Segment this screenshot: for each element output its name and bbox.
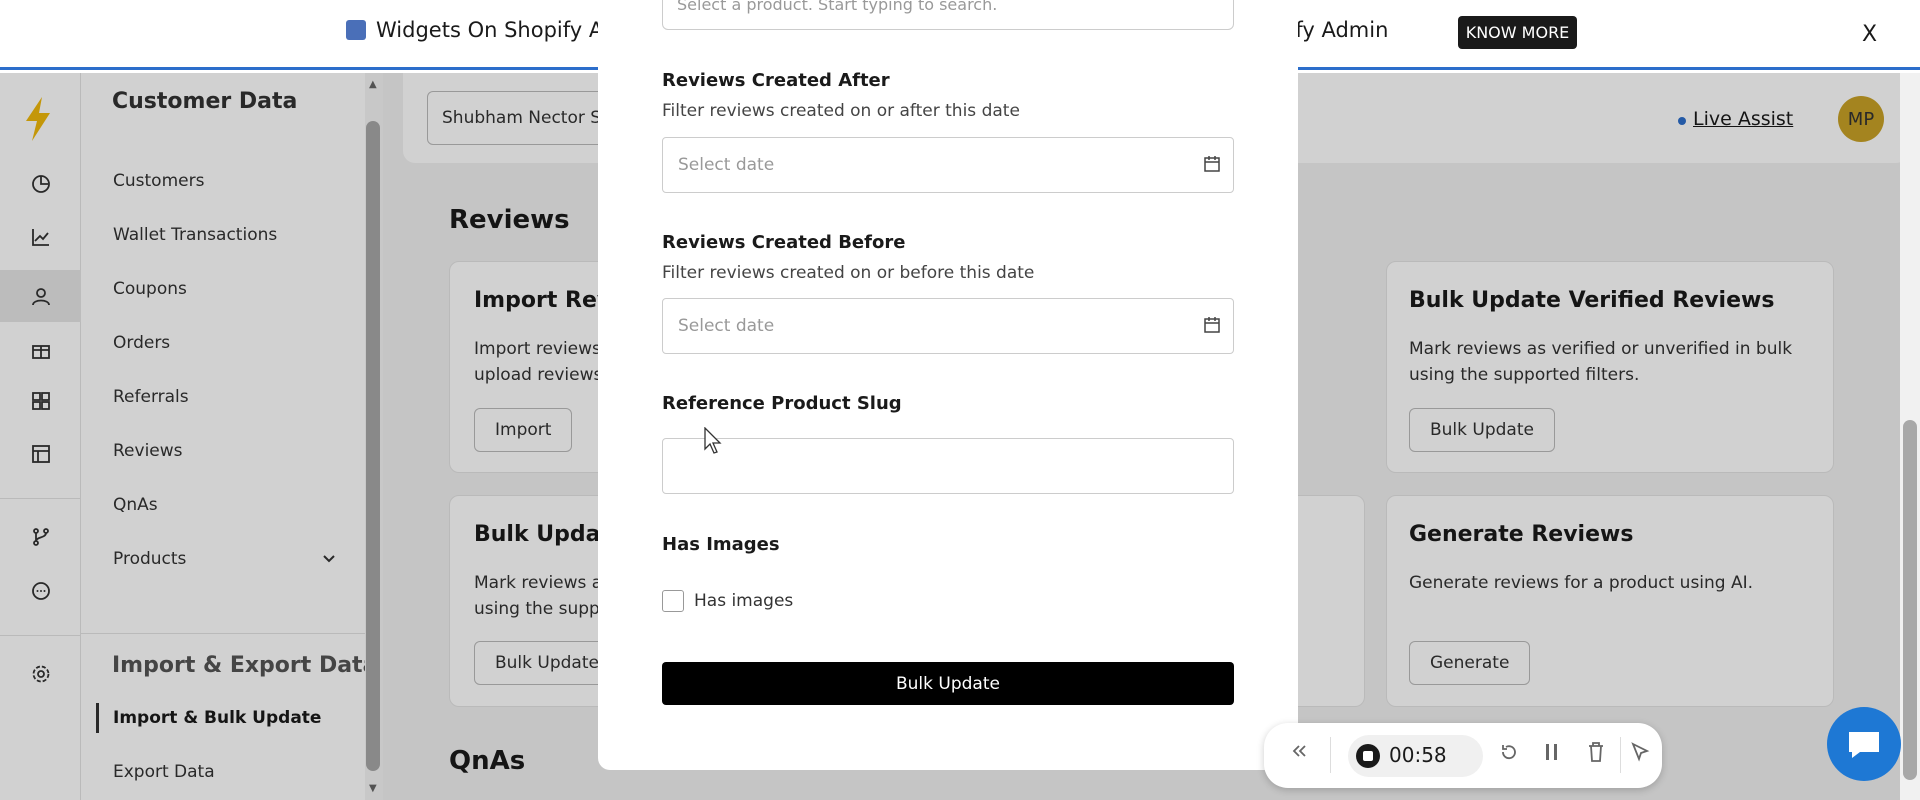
live-assist-link[interactable]: Live Assist — [1693, 108, 1793, 130]
sidebar-item-reviews[interactable]: Reviews — [113, 441, 183, 461]
created-after-label: Reviews Created After — [662, 70, 890, 91]
pointer-icon[interactable] — [1630, 741, 1650, 769]
collapse-icon[interactable] — [1290, 741, 1308, 766]
created-after-help: Filter reviews created on or after this … — [662, 101, 1020, 121]
bulk-update-verified-button[interactable]: Bulk Update — [1409, 408, 1555, 452]
calendar-icon[interactable] — [1203, 316, 1221, 334]
avatar[interactable]: MP — [1838, 96, 1884, 142]
date-placeholder: Select date — [678, 155, 775, 175]
product-select[interactable]: Select a product. Start typing to search… — [662, 0, 1234, 30]
rail-divider — [0, 635, 81, 636]
analytics-icon[interactable] — [0, 158, 81, 210]
close-banner-button[interactable]: X — [1862, 22, 1877, 47]
chat-bubble-icon — [1849, 732, 1879, 758]
trash-icon[interactable] — [1586, 741, 1606, 769]
generate-reviews-card: Generate Reviews Generate reviews for a … — [1386, 495, 1834, 707]
trend-icon[interactable] — [0, 211, 81, 263]
bulk-update-submit-button[interactable]: Bulk Update — [662, 662, 1234, 705]
lightning-logo-icon[interactable] — [24, 97, 52, 151]
card-title: Bulk Update Verified Reviews — [1409, 288, 1775, 313]
page-scroll-thumb[interactable] — [1903, 420, 1917, 780]
bulk-update-modal: Select a product. Start typing to search… — [598, 0, 1298, 770]
mouse-cursor-icon — [704, 426, 724, 459]
icon-rail — [0, 73, 81, 800]
know-more-button[interactable]: KNOW MORE — [1458, 16, 1577, 49]
scroll-up-icon[interactable]: ▲ — [369, 79, 377, 90]
reviews-heading: Reviews — [449, 205, 570, 235]
slug-input[interactable] — [662, 438, 1234, 494]
sidebar-item-coupons[interactable]: Coupons — [113, 279, 187, 299]
scroll-down-icon[interactable]: ▼ — [369, 783, 377, 794]
import-button[interactable]: Import — [474, 408, 573, 452]
rail-divider — [0, 498, 81, 499]
sidebar-item-customers[interactable]: Customers — [113, 171, 204, 191]
sidebar-section-title: Import & Export Data — [112, 653, 378, 678]
created-before-help: Filter reviews created on or before this… — [662, 263, 1035, 283]
chat-icon[interactable] — [0, 565, 81, 617]
table-icon[interactable] — [0, 428, 81, 480]
sidebar-item-referrals[interactable]: Referrals — [113, 387, 189, 407]
sidebar-item-export-data[interactable]: Export Data — [113, 762, 215, 782]
banner-left: Widgets On Shopify Adm — [346, 18, 637, 42]
recorder-divider — [1330, 737, 1331, 773]
has-images-checkbox-label[interactable]: Has images — [694, 591, 793, 611]
sidebar-item-qnas[interactable]: QnAs — [113, 495, 158, 515]
sidebar-item-products[interactable]: Products — [113, 549, 186, 569]
chevron-down-icon[interactable] — [321, 551, 337, 571]
active-indicator — [96, 703, 99, 733]
created-before-date-input[interactable]: Select date — [662, 298, 1234, 354]
chat-launcher-button[interactable] — [1827, 707, 1901, 781]
recorder-time: 00:58 — [1389, 743, 1447, 767]
settings-icon[interactable] — [0, 648, 81, 700]
created-after-date-input[interactable]: Select date — [662, 137, 1234, 193]
sidebar-scroll-thumb[interactable] — [366, 121, 380, 771]
has-images-checkbox[interactable] — [662, 590, 684, 612]
customer-icon[interactable] — [0, 270, 81, 322]
date-placeholder: Select date — [678, 316, 775, 336]
sidebar-item-import-bulk-update[interactable]: Import & Bulk Update — [113, 708, 321, 728]
created-before-label: Reviews Created Before — [662, 232, 906, 253]
restart-icon[interactable] — [1498, 741, 1520, 769]
slug-label: Reference Product Slug — [662, 393, 902, 414]
widget-logo-icon — [346, 20, 366, 40]
card-title: Generate Reviews — [1409, 522, 1634, 547]
recorder-divider — [1620, 737, 1621, 773]
screen-recorder-bar: 00:58 — [1264, 723, 1662, 788]
bulk-update-verified-card: Bulk Update Verified Reviews Mark review… — [1386, 261, 1834, 473]
stop-record-icon[interactable] — [1356, 744, 1380, 768]
pause-icon[interactable] — [1542, 741, 1562, 769]
generate-button[interactable]: Generate — [1409, 641, 1531, 685]
live-dot-icon — [1678, 117, 1686, 125]
widgets-icon[interactable] — [0, 375, 81, 427]
calendar-icon[interactable] — [1203, 155, 1221, 173]
gift-icon[interactable] — [0, 323, 81, 375]
branch-icon[interactable] — [0, 511, 81, 563]
secondary-sidebar: Customer Data Customers Wallet Transacti… — [81, 73, 383, 800]
qnas-heading: QnAs — [449, 746, 526, 776]
card-desc: Generate reviews for a product using AI. — [1409, 573, 1754, 593]
has-images-label: Has Images — [662, 534, 780, 555]
sidebar-title: Customer Data — [112, 89, 298, 114]
sidebar-divider — [81, 633, 383, 634]
sidebar-item-wallet-transactions[interactable]: Wallet Transactions — [113, 225, 277, 245]
sidebar-item-orders[interactable]: Orders — [113, 333, 170, 353]
card-desc: Mark reviews as verified or unverified i… — [1409, 339, 1793, 385]
